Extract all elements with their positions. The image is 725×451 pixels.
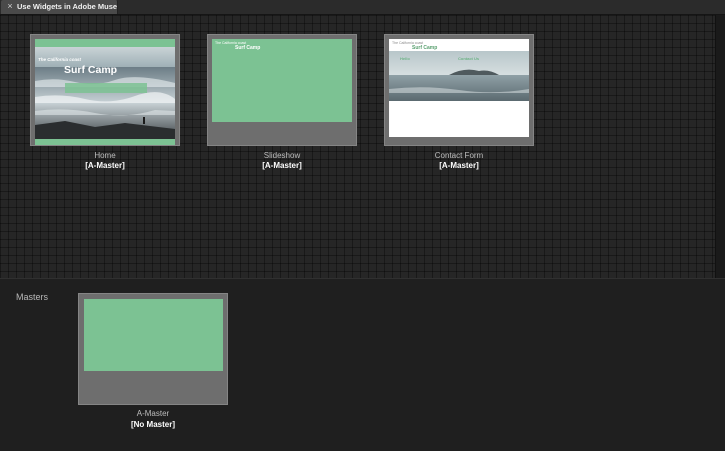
page-thumbnail-home[interactable]: The California coast Surf Camp [30,34,180,146]
close-icon[interactable]: × [6,1,14,12]
master-name: A-Master [136,409,170,418]
page-thumbnail-contact-form[interactable]: The California coast Surf Camp Hello Con… [384,34,534,146]
document-tab-label: Use Widgets in Adobe Muse [17,2,118,11]
page-name: Slideshow [263,151,301,160]
page-background [212,39,352,122]
masters-section-title: Masters [16,292,49,302]
thumb-heading-left: Hello [400,56,410,61]
vertical-scrollbar[interactable] [715,15,725,278]
page-thumbnail-slideshow[interactable]: The California coast Surf Camp [207,34,357,146]
page-master: [A-Master] [262,161,302,170]
thumb-title: Surf Camp [235,45,261,51]
thumb-title: Surf Camp [64,64,118,76]
page-master: [A-Master] [439,161,479,170]
master-parent: [No Master] [130,420,175,429]
thumb-text-box [65,83,147,93]
thumb-tagline: The California coast [38,57,82,62]
page-name: Contact Form [434,151,484,160]
document-tab-bar: × Use Widgets in Adobe Muse [0,0,725,15]
document-tab[interactable]: × Use Widgets in Adobe Muse [1,0,118,14]
master-thumbnail-a-master[interactable] [78,293,228,405]
page-master: [A-Master] [85,161,125,170]
thumb-heading-right: Contact Us [458,56,480,61]
muse-plan-view: × Use Widgets in Adobe Muse The Californ… [0,0,725,451]
page-name: Home [94,151,116,160]
page-background [84,299,223,371]
